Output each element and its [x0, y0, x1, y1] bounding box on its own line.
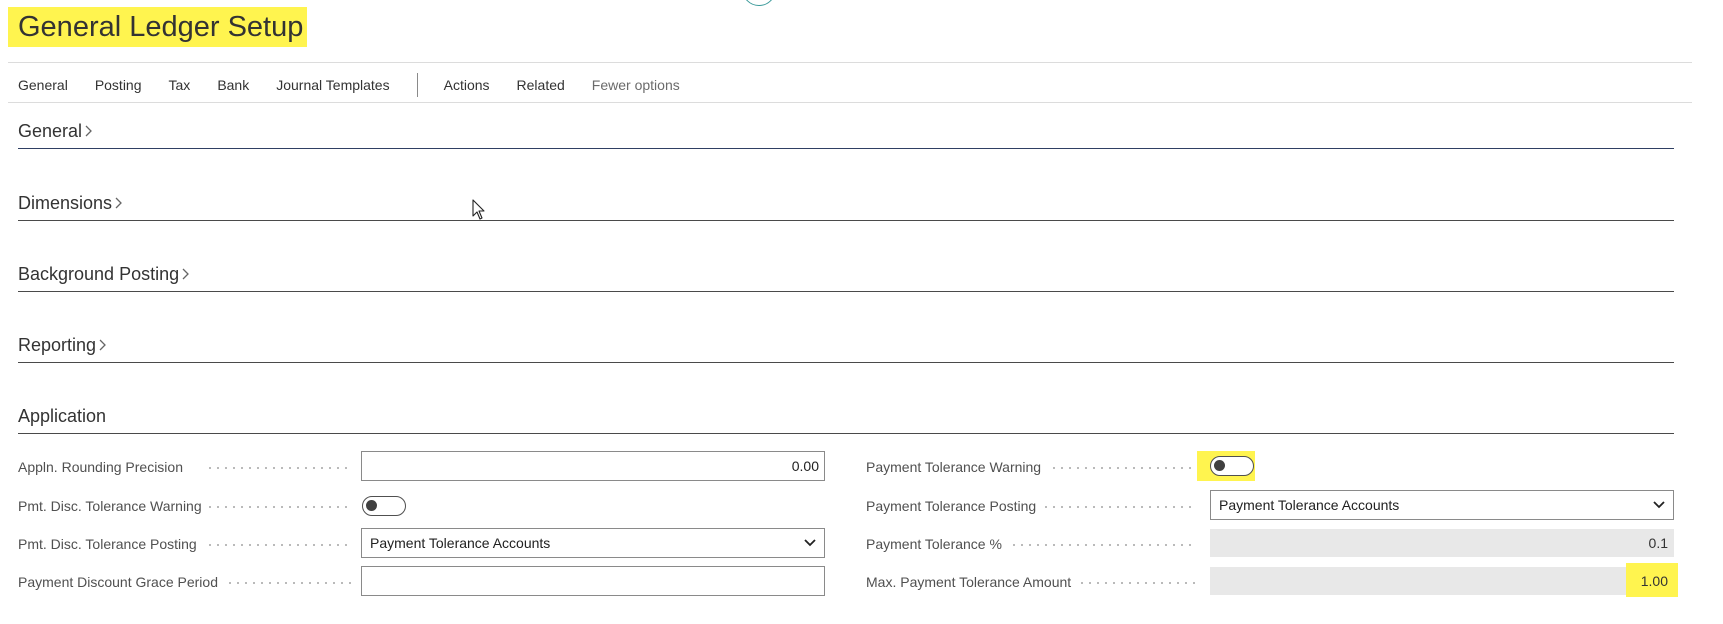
payment-tolerance-warning-toggle[interactable]: [1210, 456, 1254, 476]
action-bar-separator: [416, 73, 418, 97]
section-background-posting: Background Posting: [18, 261, 1674, 292]
nav-posting[interactable]: Posting: [95, 77, 142, 93]
payment-discount-grace-period-input[interactable]: [361, 566, 825, 596]
nav-bank[interactable]: Bank: [217, 77, 249, 93]
payment-tolerance-posting-value: Payment Tolerance Accounts: [1219, 497, 1400, 513]
section-dimensions-title: Dimensions: [18, 193, 113, 213]
action-bar: General Posting Tax Bank Journal Templat…: [18, 72, 707, 98]
nav-general[interactable]: General: [18, 77, 68, 93]
field-leader-dots: [1010, 544, 1196, 546]
field-leader-dots: [1042, 506, 1196, 508]
section-general-header[interactable]: General: [18, 118, 94, 144]
chevron-right-icon: [114, 195, 124, 211]
pmt-disc-tolerance-posting-value: Payment Tolerance Accounts: [370, 535, 551, 551]
payment-tolerance-posting-select[interactable]: Payment Tolerance Accounts: [1210, 490, 1674, 520]
title-divider: [8, 62, 1692, 63]
payment-tolerance-pct-value: 0.1: [1210, 529, 1674, 557]
toggle-knob: [1214, 460, 1225, 471]
section-dimensions-header[interactable]: Dimensions: [18, 190, 124, 216]
section-reporting: Reporting: [18, 332, 1674, 363]
nav-journal-templates[interactable]: Journal Templates: [276, 77, 389, 93]
appln-rounding-precision-input[interactable]: 0.00: [361, 451, 825, 481]
fewer-options-button[interactable]: Fewer options: [592, 77, 680, 93]
toggle-knob: [366, 500, 377, 511]
field-leader-dots: [1078, 582, 1196, 584]
nav-tax[interactable]: Tax: [169, 77, 191, 93]
section-dimensions: Dimensions: [18, 190, 1674, 221]
pmt-disc-tolerance-warning-toggle[interactable]: [362, 496, 406, 516]
max-payment-tolerance-amount-value: 1.00: [1640, 573, 1668, 589]
related-menu[interactable]: Related: [517, 77, 565, 93]
max-payment-tolerance-amount-label: Max. Payment Tolerance Amount: [866, 574, 1072, 590]
chevron-right-icon: [98, 337, 108, 353]
chevron-right-icon: [84, 123, 94, 139]
field-leader-dots: [206, 506, 352, 508]
pmt-disc-tolerance-posting-select[interactable]: Payment Tolerance Accounts: [361, 528, 825, 558]
appln-rounding-precision-label: Appln. Rounding Precision: [18, 459, 183, 475]
payment-tolerance-pct-label: Payment Tolerance %: [866, 536, 1002, 552]
chevron-down-icon: [1653, 501, 1665, 509]
max-payment-tolerance-amount-field: [1210, 567, 1674, 595]
section-application-header[interactable]: Application: [18, 403, 106, 429]
payment-discount-grace-period-label: Payment Discount Grace Period: [18, 574, 218, 590]
section-background-posting-header[interactable]: Background Posting: [18, 261, 191, 287]
section-application-title: Application: [18, 406, 107, 426]
field-leader-dots: [206, 467, 352, 469]
section-reporting-header[interactable]: Reporting: [18, 332, 108, 358]
action-bar-divider: [8, 102, 1692, 103]
chevron-right-icon: [181, 266, 191, 282]
top-circle-decoration: [742, 0, 776, 6]
section-general-title: General: [18, 121, 83, 141]
payment-tolerance-warning-label: Payment Tolerance Warning: [866, 459, 1042, 475]
field-leader-dots: [226, 582, 352, 584]
section-application: Application: [18, 403, 1674, 434]
chevron-down-icon: [804, 539, 816, 547]
section-reporting-title: Reporting: [18, 335, 97, 355]
mouse-cursor-icon: [472, 199, 485, 220]
section-background-posting-title: Background Posting: [18, 264, 180, 284]
pmt-disc-tolerance-posting-label: Pmt. Disc. Tolerance Posting: [18, 536, 197, 552]
field-leader-dots: [1050, 467, 1196, 469]
pmt-disc-tolerance-warning-label: Pmt. Disc. Tolerance Warning: [18, 498, 202, 514]
section-general: General: [18, 118, 1674, 149]
actions-menu[interactable]: Actions: [444, 77, 490, 93]
page-title: General Ledger Setup: [8, 7, 308, 47]
payment-tolerance-posting-label: Payment Tolerance Posting: [866, 498, 1037, 514]
field-leader-dots: [206, 544, 352, 546]
